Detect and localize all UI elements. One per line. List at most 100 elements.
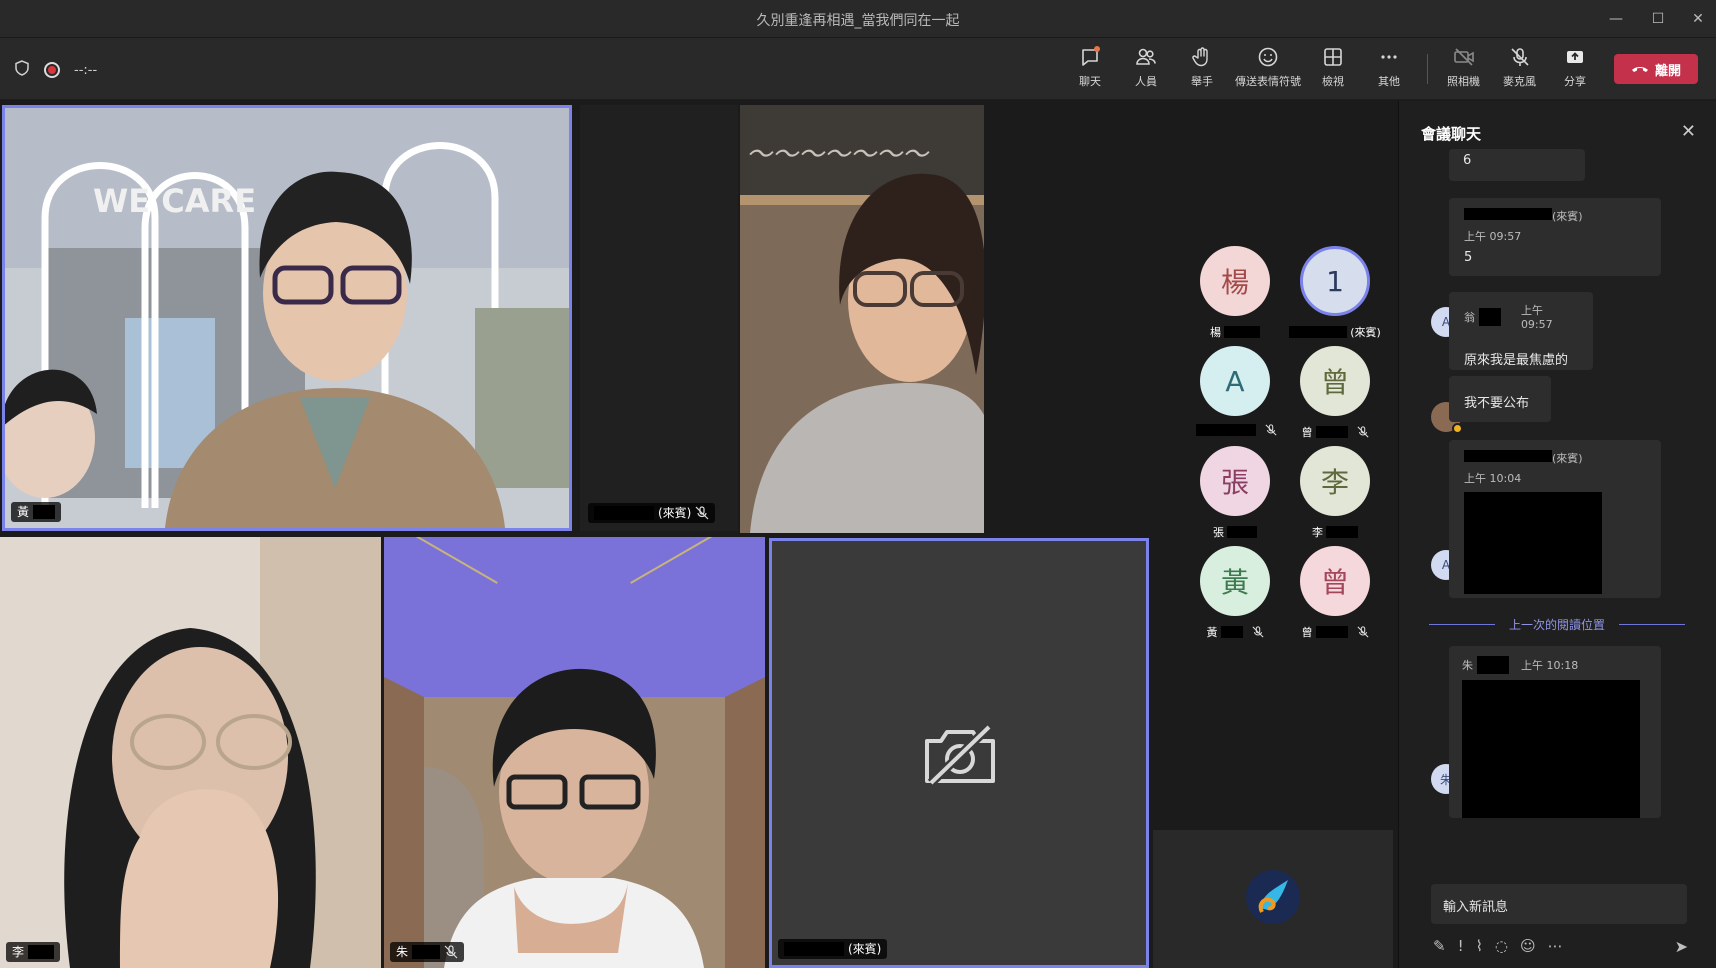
redacted-block (1227, 526, 1257, 538)
maximize-button[interactable]: ☐ (1644, 8, 1672, 30)
audio-participant[interactable]: 1 (來賓) (1280, 246, 1390, 356)
meeting-timer: --:-- (74, 62, 98, 78)
minimize-button[interactable]: — (1602, 8, 1630, 30)
redacted-block (1326, 526, 1358, 538)
audio-participant[interactable]: 李李 (1280, 446, 1390, 556)
video-tile-2[interactable]: (來賓) (580, 105, 738, 531)
avatar: A (1200, 346, 1270, 416)
redacted-block (1464, 450, 1552, 462)
mic-label: 麥克風 (1503, 75, 1536, 88)
sender-name: 朱 (1462, 659, 1473, 672)
chat-message: 6 (1449, 149, 1585, 181)
video-tile-3[interactable]: 〜〜〜〜〜〜〜 (740, 105, 984, 533)
video-tile-4[interactable]: 李 (0, 537, 381, 968)
redacted-block (784, 942, 844, 956)
more-button[interactable]: 其他 (1378, 46, 1400, 94)
share-button[interactable]: 分享 (1564, 46, 1586, 94)
hand-icon (1192, 47, 1208, 67)
participant-name: 曾 (1301, 626, 1313, 639)
avatar: 黃 (1200, 546, 1270, 616)
message-sender: (來賓) (1464, 208, 1646, 224)
participant-label: 李 (1280, 524, 1390, 540)
raise-hand-button[interactable]: 舉手 (1191, 46, 1213, 94)
chat-button[interactable]: 聊天 (1079, 46, 1101, 94)
redacted-block (33, 505, 56, 519)
audio-participant[interactable]: A (1180, 346, 1290, 456)
mic-off-icon (1356, 626, 1369, 638)
message-text: 原來我是最焦慮的 (1464, 353, 1569, 368)
message-time: 上午 10:04 (1464, 472, 1522, 485)
calligraphy-text: 〜〜〜〜〜〜〜 (746, 140, 930, 170)
participant-name: 黃 (1206, 626, 1218, 639)
avatar: 張 (1200, 446, 1270, 516)
avatar: 楊 (1200, 246, 1270, 316)
more-options-icon[interactable]: ⋯ (1548, 937, 1563, 957)
attach-icon[interactable]: ⌇ (1476, 937, 1483, 957)
record-icon (44, 62, 60, 78)
mic-off-icon (444, 945, 458, 959)
chat-message: 翁 上午 09:57 原來我是最焦慮的 (1449, 292, 1593, 370)
participant-label: 曾 (1280, 624, 1390, 640)
participant-name: (來賓) (848, 942, 882, 956)
audio-participant[interactable]: 張張 (1180, 446, 1290, 556)
redacted-block (1289, 326, 1348, 338)
message-time: 上午 09:57 (1520, 304, 1553, 331)
format-icon[interactable]: ✎ (1433, 937, 1446, 957)
people-button[interactable]: 人員 (1135, 46, 1157, 94)
share-icon (1567, 51, 1583, 63)
more-label: 其他 (1378, 75, 1400, 88)
redacted-image (1462, 680, 1640, 818)
view-button[interactable]: 檢視 (1322, 46, 1344, 94)
participant-name-tag: (來賓) (588, 503, 716, 523)
chat-label: 聊天 (1079, 75, 1101, 88)
chat-message: (來賓) 上午 09:57 5 (1449, 198, 1661, 276)
avatar: 曾 (1300, 346, 1370, 416)
participant-name: 李 (1312, 526, 1323, 539)
emoji-icon[interactable]: ☺ (1520, 937, 1536, 957)
redacted-block (594, 506, 654, 520)
message-time: 上午 09:57 (1464, 230, 1522, 243)
participant-name: 張 (1213, 526, 1224, 539)
logo-icon (1246, 870, 1300, 924)
mic-button[interactable]: 麥克風 (1503, 46, 1536, 94)
send-icon[interactable]: ➤ (1675, 937, 1688, 956)
audio-participant[interactable]: 楊楊 (1180, 246, 1290, 356)
leave-button[interactable]: 離開 (1614, 54, 1698, 84)
redacted-block (1196, 424, 1256, 436)
redacted-block (1315, 626, 1348, 638)
shield-icon (14, 60, 30, 80)
video-tile-1[interactable]: WE CARE 黃 (2, 105, 572, 531)
close-icon[interactable]: ✕ (1681, 121, 1696, 142)
hang-up-icon (1631, 67, 1648, 72)
camera-label: 照相機 (1447, 75, 1480, 88)
audio-participant[interactable]: 曾曾 (1280, 546, 1390, 656)
chat-icon (1082, 46, 1100, 66)
loop-icon[interactable]: ◌ (1495, 937, 1508, 957)
guest-suffix: (來賓) (1552, 452, 1583, 465)
close-window-button[interactable]: ✕ (1684, 8, 1712, 30)
reactions-button[interactable]: 傳送表情符號 (1235, 46, 1301, 94)
message-sender: (來賓) (1464, 450, 1646, 466)
video-tile-6[interactable]: (來賓) (769, 538, 1149, 968)
audio-participant[interactable]: 曾曾 (1280, 346, 1390, 456)
view-label: 檢視 (1322, 75, 1344, 88)
message-text: 5 (1464, 250, 1473, 265)
message-sender: 朱 上午 10:18 (1462, 656, 1648, 674)
chat-message: (來賓) 上午 10:04 (1449, 440, 1661, 598)
people-label: 人員 (1135, 75, 1157, 88)
message-time: 上午 10:18 (1521, 659, 1579, 672)
participant-name: 楊 (1210, 326, 1221, 339)
redacted-block (1315, 426, 1348, 438)
message-input[interactable]: 輸入新訊息 (1431, 884, 1687, 924)
camera-off-icon (1453, 48, 1474, 66)
redacted-block (1477, 656, 1509, 674)
message-sender: 翁 上午 09:57 (1464, 302, 1578, 331)
redacted-block (1224, 326, 1260, 338)
participant-name: 李 (12, 945, 25, 959)
camera-button[interactable]: 照相機 (1447, 46, 1480, 94)
video-tile-5[interactable]: 朱 (384, 537, 765, 968)
chat-message: 朱 上午 10:18 (1449, 646, 1661, 818)
audio-participant[interactable]: 黃黃 (1180, 546, 1290, 656)
participant-label: (來賓) (1280, 324, 1390, 340)
priority-icon[interactable]: ! (1458, 937, 1464, 957)
